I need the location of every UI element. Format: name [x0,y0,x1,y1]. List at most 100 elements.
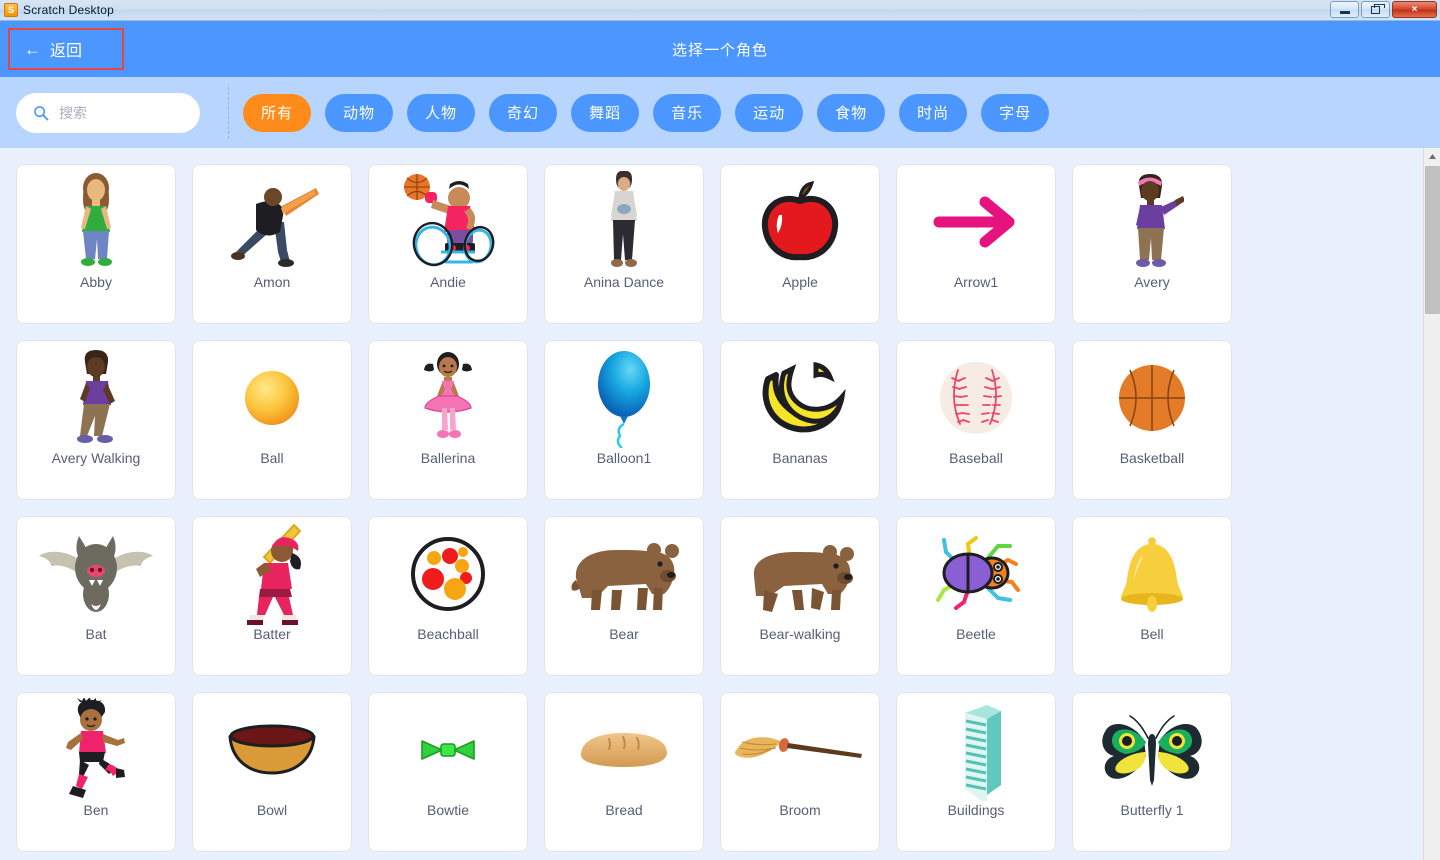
sprite-library-region: Abby Amon Andie Anina Dance Apple Arrow1… [0,148,1440,860]
bear-icon [545,517,703,627]
boy-kicking-icon [17,693,175,803]
man-dancing-icon [193,165,351,275]
sprite-card-ball-yellow[interactable]: Ball [192,340,352,500]
sprite-card-bananas[interactable]: Bananas [720,340,880,500]
sprite-label: Bear-walking [759,626,841,642]
window-controls: × [1330,1,1437,18]
sprite-card-boy-kicking[interactable]: Ben [16,692,176,852]
window-title-bar: S Scratch Desktop × [0,0,1440,21]
sprite-card-man-dancing[interactable]: Amon [192,164,352,324]
category-pill-3[interactable]: 奇幻 [489,93,558,132]
basketball-icon [1073,341,1231,451]
category-pill-2[interactable]: 人物 [407,93,476,132]
back-arrow-icon: ← [24,39,41,59]
search-input[interactable] [59,104,179,121]
category-pill-8[interactable]: 时尚 [899,93,968,132]
sprite-card-beetle[interactable]: Beetle [896,516,1056,676]
arrow-right-icon [897,165,1055,275]
sprite-card-person-photo-standing[interactable]: Anina Dance [544,164,704,324]
sprite-label: Ballerina [420,450,476,466]
sprite-label: Buildings [947,802,1005,818]
sprite-label: Baseball [949,450,1003,466]
category-pill-4[interactable]: 舞蹈 [571,93,640,132]
sprite-card-arrow-right[interactable]: Arrow1 [896,164,1056,324]
sprite-card-balloon-blue[interactable]: Balloon1 [544,340,704,500]
sprite-card-ballerina[interactable]: Ballerina [368,340,528,500]
maximize-icon [1371,3,1385,14]
sprite-label: Ben [83,802,109,818]
sprite-label: Amon [253,274,291,290]
category-pill-6[interactable]: 运动 [735,93,804,132]
page-title: 选择一个角色 [671,41,768,59]
sprite-card-girl-purple-shirt[interactable]: Avery [1072,164,1232,324]
sprite-card-wheelchair-basketball[interactable]: Andie [368,164,528,324]
scroll-up-arrow-icon[interactable] [1424,148,1440,165]
sprite-label: Broom [779,802,821,818]
sprite-card-girl-walking[interactable]: Avery Walking [16,340,176,500]
category-pill-7[interactable]: 食物 [817,93,886,132]
sprite-label: Andie [430,274,466,290]
girl-walking-icon [17,341,175,451]
category-pill-5[interactable]: 音乐 [653,93,722,132]
ball-yellow-icon [193,341,351,451]
sprite-label: Butterfly 1 [1120,802,1184,818]
sprite-card-bowl[interactable]: Bowl [192,692,352,852]
apple-icon [721,165,879,275]
search-box[interactable] [16,92,200,133]
sprite-card-girl-green-shirt[interactable]: Abby [16,164,176,324]
bear-walking-icon [721,517,879,627]
sprite-card-bell[interactable]: Bell [1072,516,1232,676]
sprite-card-batter[interactable]: Batter [192,516,352,676]
sprite-label: Bell [1140,626,1164,642]
sprite-label: Bread [605,802,643,818]
category-filter-list: 所有 动物 人物 奇幻 舞蹈 音乐 运动 食物 时尚 字母 [243,93,1050,132]
category-pill-1[interactable]: 动物 [325,93,394,132]
sprite-label: Bowtie [426,802,470,818]
sprite-label: Batter [253,626,291,642]
back-button[interactable]: ← 返回 [8,28,124,70]
sprite-card-broom[interactable]: Broom [720,692,880,852]
girl-green-shirt-icon [17,165,175,275]
minimize-button[interactable] [1330,1,1359,18]
bread-icon [545,693,703,803]
sprite-card-bowtie-green[interactable]: Bowtie [368,692,528,852]
butterfly-icon [1073,693,1231,803]
sprite-card-bear[interactable]: Bear [544,516,704,676]
library-header: ← 返回 选择一个角色 [0,21,1440,77]
bell-icon [1073,517,1231,627]
beachball-icon [369,517,527,627]
sprite-card-baseball[interactable]: Baseball [896,340,1056,500]
sprite-card-beachball[interactable]: Beachball [368,516,528,676]
sprite-label: Anina Dance [583,274,665,290]
filter-divider [228,86,229,139]
vertical-scrollbar[interactable] [1423,148,1440,860]
bowtie-green-icon [369,693,527,803]
scratch-cat-icon: S [4,3,18,17]
filter-bar: 所有动物人物奇幻舞蹈音乐运动食物时尚字母 [0,77,1440,148]
sprite-card-bat[interactable]: Bat [16,516,176,676]
sprite-card-buildings[interactable]: Buildings [896,692,1056,852]
sprite-label: Avery Walking [51,450,141,466]
maximize-button[interactable] [1361,1,1390,18]
category-pill-0[interactable]: 所有 [243,93,312,132]
wheelchair-basketball-icon [369,165,527,275]
girl-purple-shirt-icon [1073,165,1231,275]
sprite-card-basketball[interactable]: Basketball [1072,340,1232,500]
sprite-label: Basketball [1119,450,1185,466]
sprite-card-bear-walking[interactable]: Bear-walking [720,516,880,676]
sprite-label: Abby [80,274,112,290]
sprite-label: Beachball [417,626,479,642]
close-icon: × [1411,4,1418,15]
sprite-label: Bat [85,626,107,642]
scrollbar-thumb[interactable] [1425,166,1440,314]
close-button[interactable]: × [1392,1,1437,18]
person-photo-standing-icon [545,165,703,275]
sprite-label: Arrow1 [953,274,999,290]
category-pill-9[interactable]: 字母 [981,93,1050,132]
sprite-label: Bowl [256,802,288,818]
sprite-label: Balloon1 [596,450,652,466]
sprite-card-bread[interactable]: Bread [544,692,704,852]
buildings-icon [897,693,1055,803]
sprite-card-apple[interactable]: Apple [720,164,880,324]
sprite-card-butterfly[interactable]: Butterfly 1 [1072,692,1232,852]
